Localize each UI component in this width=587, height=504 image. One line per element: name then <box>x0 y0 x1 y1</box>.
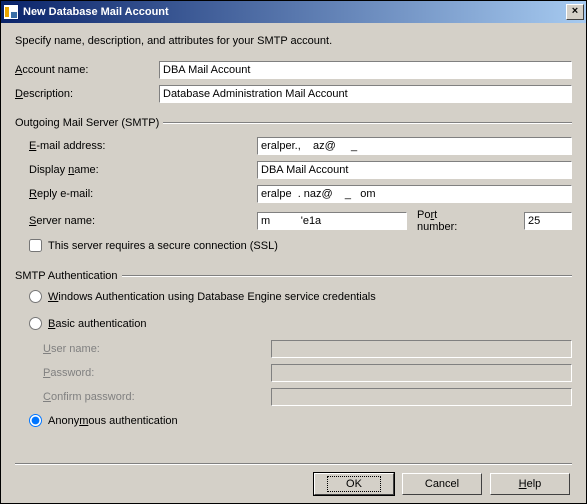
email-input[interactable] <box>257 137 572 155</box>
password-row: Password: <box>43 364 572 382</box>
ok-button[interactable]: OK <box>314 473 394 495</box>
anonymous-auth-radio[interactable] <box>29 414 42 427</box>
reply-email-label: Reply e-mail: <box>29 188 257 200</box>
auth-groupbox: SMTP Authentication Windows Authenticati… <box>15 270 572 433</box>
display-name-row: Display name: <box>29 161 572 179</box>
port-input[interactable] <box>524 212 572 230</box>
button-bar: OK Cancel Help <box>15 473 572 495</box>
description-row: Description: <box>15 85 572 103</box>
account-name-input[interactable] <box>159 61 572 79</box>
group-divider <box>163 122 572 124</box>
group-divider <box>122 275 572 277</box>
basic-auth-label: Basic authentication <box>48 318 146 330</box>
confirm-password-row: Confirm password: <box>43 388 572 406</box>
description-label: Description: <box>15 88 159 100</box>
server-row: Server name: Port number: <box>29 209 572 233</box>
auth-group-label: SMTP Authentication <box>15 270 572 282</box>
email-row: E-mail address: <box>29 137 572 155</box>
description-input[interactable] <box>159 85 572 103</box>
window-title: New Database Mail Account <box>23 6 566 18</box>
ssl-label: This server requires a secure connection… <box>48 240 278 252</box>
account-name-label: Account name: <box>15 64 159 76</box>
basic-auth-radio[interactable] <box>29 317 42 330</box>
ssl-checkbox[interactable] <box>29 239 42 252</box>
app-icon <box>3 4 19 20</box>
username-label: User name: <box>43 343 271 355</box>
username-input <box>271 340 572 358</box>
reply-email-row: Reply e-mail: <box>29 185 572 203</box>
display-name-label: Display name: <box>29 164 257 176</box>
password-label: Password: <box>43 367 271 379</box>
password-input <box>271 364 572 382</box>
help-button[interactable]: Help <box>490 473 570 495</box>
username-row: User name: <box>43 340 572 358</box>
basic-auth-row: Basic authentication <box>15 317 572 330</box>
button-separator <box>15 463 572 465</box>
anonymous-auth-label: Anonymous authentication <box>48 415 178 427</box>
titlebar: New Database Mail Account × <box>1 1 586 23</box>
account-name-row: Account name: <box>15 61 572 79</box>
cancel-button[interactable]: Cancel <box>402 473 482 495</box>
windows-auth-row: Windows Authentication using Database En… <box>15 290 572 303</box>
email-label: E-mail address: <box>29 140 257 152</box>
windows-auth-label: Windows Authentication using Database En… <box>48 291 376 303</box>
display-name-input[interactable] <box>257 161 572 179</box>
server-name-label: Server name: <box>29 215 257 227</box>
confirm-password-label: Confirm password: <box>43 391 271 403</box>
smtp-groupbox: Outgoing Mail Server (SMTP) E-mail addre… <box>15 117 572 258</box>
instruction-text: Specify name, description, and attribute… <box>15 35 572 47</box>
server-name-input[interactable] <box>257 212 407 230</box>
anonymous-auth-row: Anonymous authentication <box>15 414 572 427</box>
dialog-window: New Database Mail Account × Specify name… <box>0 0 587 504</box>
close-button[interactable]: × <box>566 4 584 20</box>
port-label: Port number: <box>407 209 479 233</box>
reply-email-input[interactable] <box>257 185 572 203</box>
smtp-group-label: Outgoing Mail Server (SMTP) <box>15 117 572 129</box>
ssl-row: This server requires a secure connection… <box>15 239 572 252</box>
confirm-password-input <box>271 388 572 406</box>
windows-auth-radio[interactable] <box>29 290 42 303</box>
dialog-content: Specify name, description, and attribute… <box>1 23 586 503</box>
